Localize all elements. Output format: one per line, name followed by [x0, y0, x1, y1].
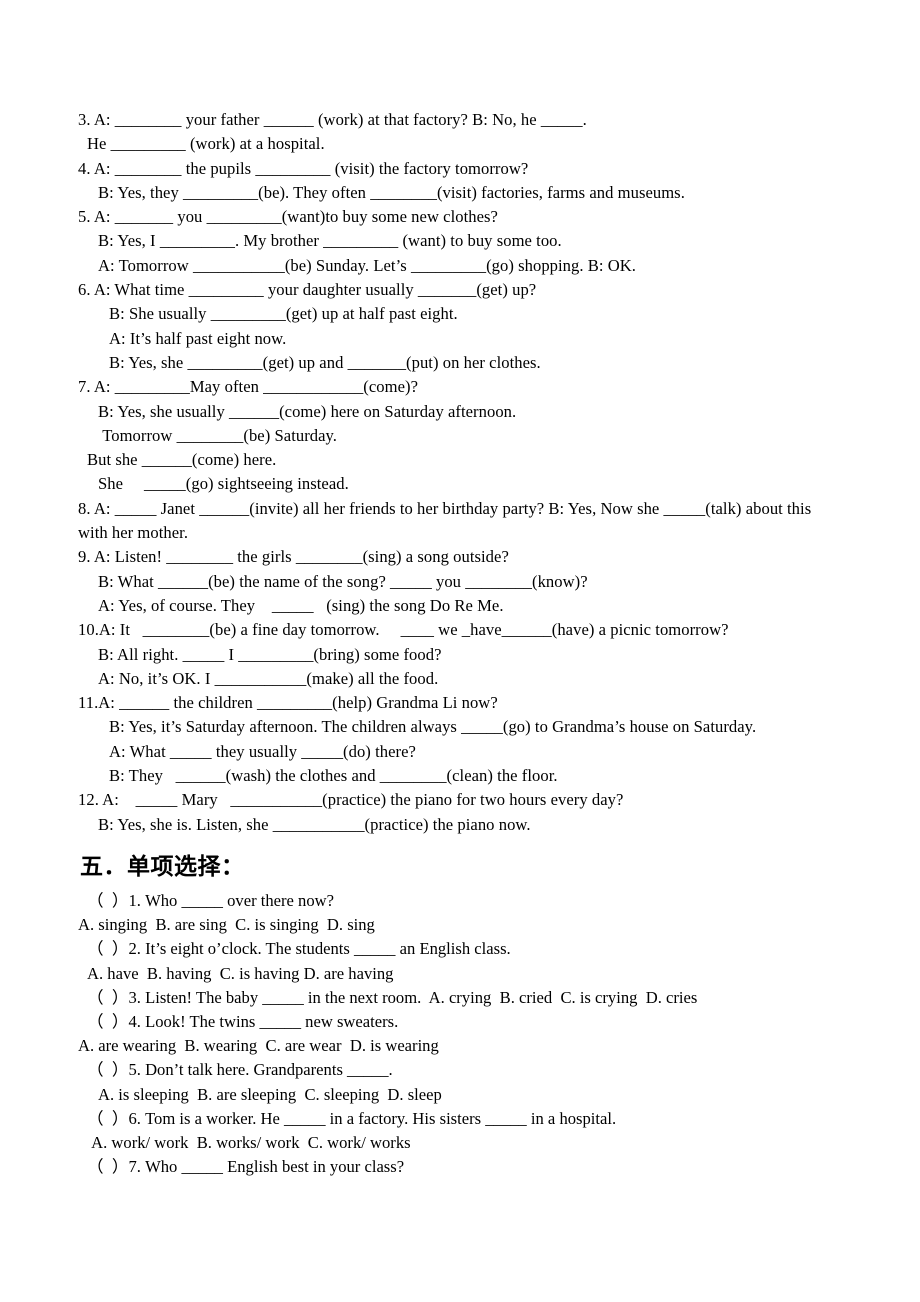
fill-in-blanks-section: 3. A: ________ your father ______ (work)… — [78, 108, 846, 837]
exercise-line: 8. A: _____ Janet ______(invite) all her… — [78, 498, 812, 518]
exercise-line: 11.A: ______ the children _________(help… — [78, 693, 498, 713]
mc-options-line: A. is sleeping B. are sleeping C. sleepi… — [98, 1084, 442, 1104]
mc-question-line: （ ）6. Tom is a worker. He _____ in a fac… — [87, 1108, 617, 1128]
mc-options-line: A. work/ work B. works/ work C. work/ wo… — [87, 1132, 411, 1152]
exercise-line: 4. A: ________ the pupils _________ (vis… — [78, 158, 529, 178]
exercise-line: B: She usually _________(get) up at half… — [109, 304, 458, 324]
page-content: 3. A: ________ your father ______ (work)… — [78, 108, 846, 1179]
exercise-line: Tomorrow ________(be) Saturday. — [98, 425, 338, 445]
exercise-line: B: They ______(wash) the clothes and ___… — [109, 766, 558, 786]
mc-options-line: A. singing B. are sing C. is singing D. … — [78, 915, 375, 935]
multiple-choice-section: （ ）1. Who _____ over there now? A. singi… — [78, 889, 846, 1179]
exercise-line: B: What ______(be) the name of the song?… — [98, 571, 588, 591]
mc-question-line: （ ）7. Who _____ English best in your cla… — [87, 1157, 405, 1177]
exercise-line: B: Yes, she _________(get) up and ______… — [109, 352, 541, 372]
exercise-line: A: What _____ they usually _____(do) the… — [109, 741, 416, 761]
exercise-line: B: Yes, they _________(be). They often _… — [98, 182, 685, 202]
exercise-line: B: Yes, she usually ______(come) here on… — [98, 401, 517, 421]
mc-options-line: A. are wearing B. wearing C. are wear D.… — [78, 1036, 439, 1056]
exercise-line: 10.A: It ________(be) a fine day tomorro… — [78, 620, 729, 640]
exercise-line: A: No, it’s OK. I ___________(make) all … — [98, 668, 439, 688]
exercise-line: A: Yes, of course. They _____ (sing) the… — [98, 595, 504, 615]
exercise-line: 6. A: What time _________ your daughter … — [78, 280, 537, 300]
exercise-line: B: Yes, she is. Listen, she ___________(… — [98, 814, 531, 834]
exercise-line: A: It’s half past eight now. — [109, 328, 287, 348]
exercise-line: But she ______(come) here. — [87, 450, 277, 470]
mc-options-line: A. have B. having C. is having D. are ha… — [87, 963, 394, 983]
mc-question-line: （ ）5. Don’t talk here. Grandparents ____… — [87, 1060, 393, 1080]
exercise-line: 5. A: _______ you _________(want)to buy … — [78, 207, 498, 227]
section-heading-five: 五．单项选择： — [80, 853, 245, 880]
exercise-line: A: Tomorrow ___________(be) Sunday. Let’… — [98, 255, 637, 275]
exercise-line: She _____(go) sightseeing instead. — [98, 474, 349, 494]
exercise-line: 3. A: ________ your father ______ (work)… — [78, 110, 587, 129]
exercise-line: 9. A: Listen! ________ the girls _______… — [78, 547, 509, 567]
exercise-line: 7. A: _________May often ____________(co… — [78, 377, 419, 397]
exercise-line: B: Yes, it’s Saturday afternoon. The chi… — [109, 717, 757, 737]
exercise-line: with her mother. — [78, 523, 189, 543]
exercise-line: B: Yes, I _________. My brother ________… — [98, 231, 562, 251]
mc-question-line: （ ）3. Listen! The baby _____ in the next… — [87, 987, 698, 1007]
mc-question-line: （ ）2. It’s eight o’clock. The students _… — [87, 939, 511, 959]
mc-question-line: （ ）1. Who _____ over there now? — [87, 890, 335, 910]
exercise-line: B: All right. _____ I _________(bring) s… — [98, 644, 442, 664]
exercise-line: He _________ (work) at a hospital. — [87, 134, 325, 154]
exercise-line: 12. A: _____ Mary ___________(practice) … — [78, 790, 624, 810]
worksheet-page: 3. A: ________ your father ______ (work)… — [0, 0, 920, 1302]
mc-question-line: （ ）4. Look! The twins _____ new sweaters… — [87, 1011, 399, 1031]
